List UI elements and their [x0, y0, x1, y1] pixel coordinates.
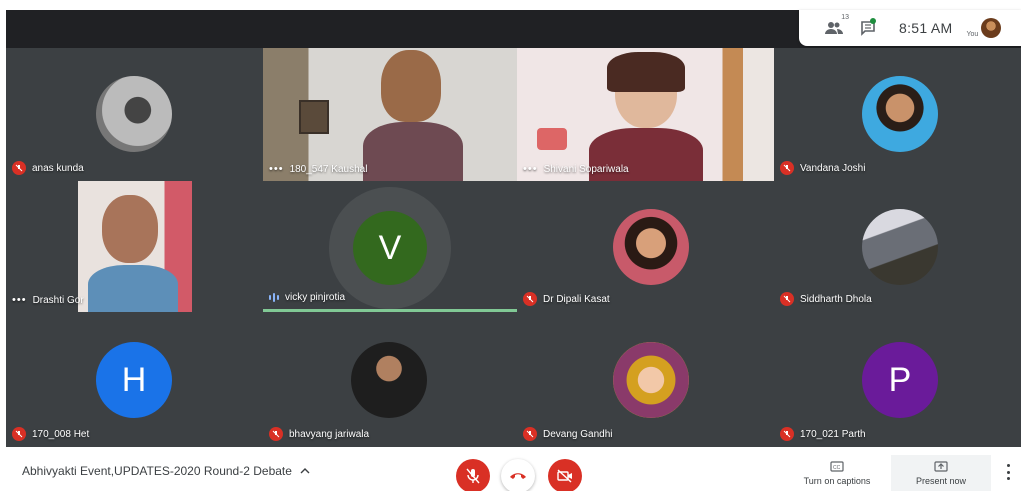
- end-call-icon: [510, 473, 526, 479]
- participant-name: vicky pinjrotia: [285, 292, 346, 303]
- participants-count: 13: [841, 14, 849, 21]
- video-body: [363, 122, 463, 181]
- participant-tile[interactable]: ••• Drashti Gor: [6, 181, 263, 312]
- participants-button[interactable]: 13: [817, 14, 851, 40]
- mic-off-icon: [523, 292, 537, 306]
- more-options-button[interactable]: [1003, 464, 1013, 480]
- self-label: You: [966, 31, 979, 38]
- camera-off-icon: [557, 469, 572, 483]
- video-hair: [607, 52, 685, 92]
- video-object: [537, 128, 567, 150]
- chat-unread-dot: [870, 18, 876, 24]
- chevron-up-icon: [300, 468, 310, 474]
- participant-name: Dr Dipali Kasat: [543, 293, 610, 305]
- more-vert-dot: [1006, 464, 1010, 467]
- captions-label: Turn on captions: [803, 475, 871, 486]
- participant-name: 180_547 Kaushal: [289, 163, 368, 175]
- participant-tile[interactable]: anas kunda: [6, 48, 263, 181]
- bottom-control-bar: Abhivyakti Event,UPDATES-2020 Round-2 De…: [0, 447, 1021, 491]
- end-call-button[interactable]: [501, 459, 535, 491]
- avatar: [96, 76, 172, 152]
- more-options-icon: •••: [269, 163, 284, 175]
- participant-name: Drashti Gor: [32, 294, 84, 306]
- participant-name: Shivani Sopariwala: [543, 163, 629, 175]
- participant-grid: anas kunda ••• 180_547 Kaushal ••• Shiva…: [6, 48, 1021, 447]
- present-icon: [934, 460, 948, 472]
- participant-tile[interactable]: Siddharth Dhola: [774, 181, 1021, 312]
- mic-off-icon: [780, 161, 794, 175]
- mic-off-icon: [269, 427, 283, 441]
- meeting-stage: 13 8:51 AM You anas kunda ••• 180_547 Ka…: [0, 0, 1021, 447]
- mic-toggle-button[interactable]: [456, 459, 490, 491]
- video-person: [102, 195, 158, 263]
- participant-name: bhavyang jariwala: [289, 428, 370, 440]
- svg-text:CC: CC: [833, 465, 841, 471]
- participant-name: Devang Gandhi: [543, 428, 613, 440]
- avatar: [613, 342, 689, 418]
- mic-off-icon: [12, 427, 26, 441]
- avatar: V: [353, 211, 427, 285]
- participant-name: Siddharth Dhola: [800, 293, 872, 305]
- people-icon: [825, 22, 843, 34]
- mic-off-icon: [466, 468, 480, 484]
- avatar: [862, 76, 938, 152]
- participant-tile[interactable]: ••• 180_547 Kaushal: [263, 48, 517, 181]
- participant-tile-speaking[interactable]: V vicky pinjrotia: [263, 181, 517, 312]
- participant-name: Vandana Joshi: [800, 162, 866, 174]
- self-avatar: [981, 18, 1002, 38]
- avatar: [351, 342, 427, 418]
- participant-tile[interactable]: ••• Shivani Sopariwala: [517, 48, 774, 181]
- clock: 8:51 AM: [899, 20, 953, 36]
- self-preview[interactable]: You: [966, 18, 1002, 38]
- meeting-title: Abhivyakti Event,UPDATES-2020 Round-2 De…: [22, 464, 292, 478]
- more-vert-dot: [1006, 477, 1010, 480]
- top-right-tray: 13 8:51 AM You: [799, 10, 1021, 46]
- meeting-details-toggle[interactable]: Abhivyakti Event,UPDATES-2020 Round-2 De…: [22, 464, 310, 478]
- participant-name: anas kunda: [32, 162, 84, 174]
- more-options-icon: •••: [12, 294, 27, 306]
- participant-tile[interactable]: Dr Dipali Kasat: [517, 181, 774, 312]
- present-now-button[interactable]: Present now: [891, 455, 991, 491]
- avatar: [613, 209, 689, 285]
- captions-button[interactable]: CC Turn on captions: [792, 455, 882, 491]
- captions-icon: CC: [830, 460, 844, 472]
- mic-off-icon: [780, 427, 794, 441]
- video-person: [381, 50, 441, 122]
- mic-off-icon: [780, 292, 794, 306]
- participant-name: 170_008 Het: [32, 428, 90, 440]
- more-vert-dot: [1006, 470, 1010, 474]
- participant-tile[interactable]: P 170_021 Parth: [774, 312, 1021, 447]
- avatar: [862, 209, 938, 285]
- camera-toggle-button[interactable]: [548, 459, 582, 491]
- video-body: [88, 265, 178, 312]
- mic-off-icon: [12, 161, 26, 175]
- chat-button[interactable]: [851, 16, 885, 40]
- avatar: P: [862, 342, 938, 418]
- participant-name: 170_021 Parth: [800, 428, 866, 440]
- speaking-indicator-icon: [269, 293, 279, 302]
- avatar: H: [96, 342, 172, 418]
- participant-tile[interactable]: bhavyang jariwala: [263, 312, 517, 447]
- mic-off-icon: [523, 427, 537, 441]
- more-options-icon: •••: [523, 163, 538, 175]
- wall-frame: [299, 100, 329, 134]
- participant-tile[interactable]: H 170_008 Het: [6, 312, 263, 447]
- present-label: Present now: [915, 475, 967, 486]
- participant-tile[interactable]: Vandana Joshi: [774, 48, 1021, 181]
- participant-tile[interactable]: Devang Gandhi: [517, 312, 774, 447]
